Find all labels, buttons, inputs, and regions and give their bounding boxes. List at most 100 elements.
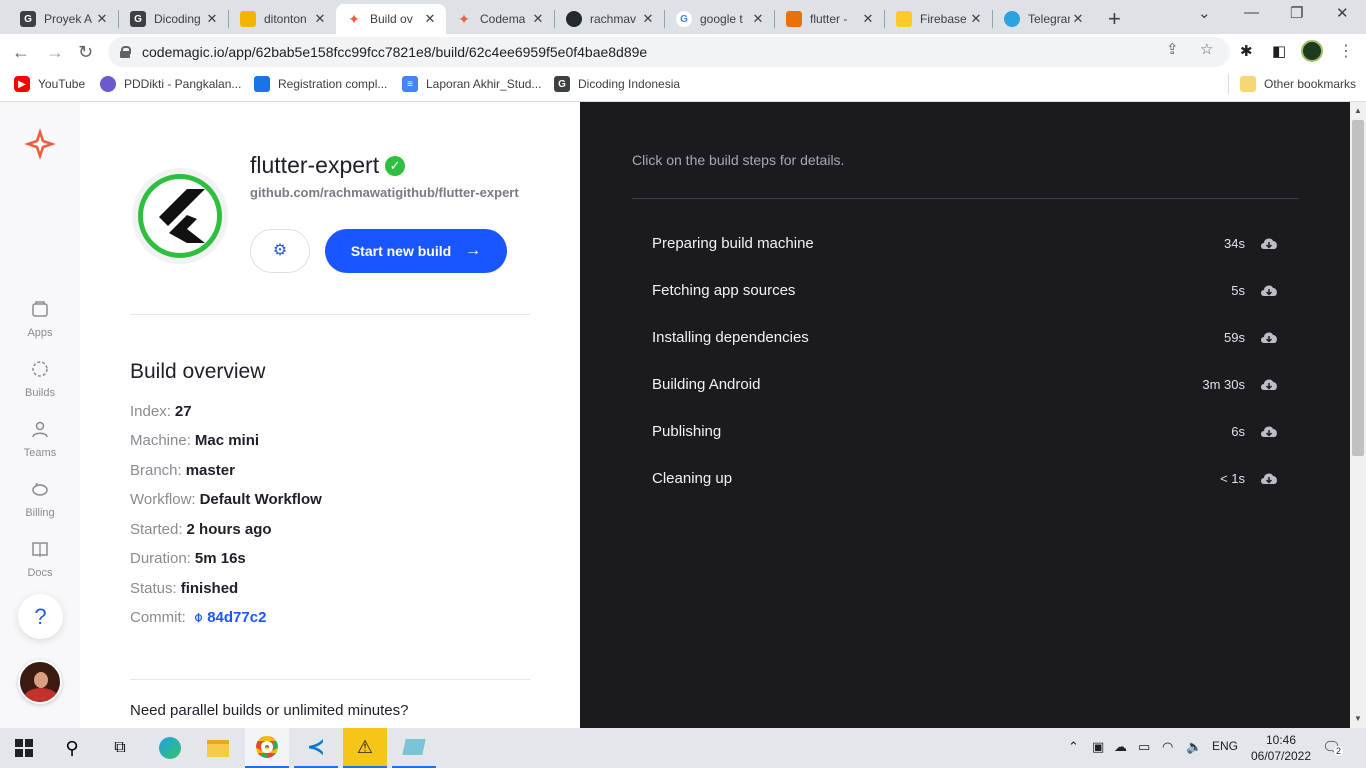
tray-meet-icon[interactable]: ▣ xyxy=(1092,739,1104,755)
taskbar-edge[interactable] xyxy=(148,728,192,768)
browser-menu-icon[interactable]: ⋮ xyxy=(1338,41,1354,61)
sidebar-item-builds[interactable]: Builds xyxy=(0,360,80,399)
start-button[interactable] xyxy=(2,728,46,768)
tab-close-icon[interactable]: ✕ xyxy=(530,11,546,27)
download-cloud-icon[interactable] xyxy=(1259,377,1279,391)
browser-tab[interactable]: Firebase ✕ xyxy=(886,4,992,34)
taskbar-warning-app[interactable]: ⚠ xyxy=(343,728,387,768)
taskbar-app[interactable] xyxy=(392,728,436,768)
user-avatar[interactable] xyxy=(18,660,62,704)
browser-tab[interactable]: G Proyek A ✕ xyxy=(10,4,118,34)
commit-link[interactable]: ⌽ 84d77c2 xyxy=(194,609,266,626)
address-bar[interactable]: codemagic.io/app/62bab5e158fcc99fcc7821e… xyxy=(108,37,1230,67)
browser-tab[interactable]: ✦ Codema ✕ xyxy=(446,4,554,34)
build-step[interactable]: Building Android 3m 30s xyxy=(652,364,1279,404)
tab-title: Firebase xyxy=(920,12,967,26)
build-step[interactable]: Publishing 6s xyxy=(652,411,1279,451)
download-cloud-icon[interactable] xyxy=(1259,283,1279,297)
scroll-up-icon[interactable]: ▲ xyxy=(1354,106,1362,115)
tab-close-icon[interactable]: ✕ xyxy=(968,11,984,27)
bookmark-registration[interactable]: Registration compl... xyxy=(254,76,387,92)
tab-close-icon[interactable]: ✕ xyxy=(860,11,876,27)
browser-tab[interactable]: G Dicoding ✕ xyxy=(120,4,228,34)
build-steps-panel: Click on the build steps for details. Pr… xyxy=(580,102,1350,728)
sidebar-item-label: Docs xyxy=(27,567,53,579)
taskbar-vscode[interactable]: ≺ xyxy=(294,728,338,768)
bookmark-pddikti[interactable]: PDDikti - Pangkalan... xyxy=(100,76,241,92)
minimize-icon[interactable]: — xyxy=(1244,4,1259,21)
tab-favicon-icon: G xyxy=(130,11,146,27)
gear-icon: ⚙ xyxy=(272,242,288,259)
tray-chevron-up-icon[interactable]: ⌃ xyxy=(1068,739,1079,755)
tray-onedrive-icon[interactable]: ☁ xyxy=(1114,739,1127,755)
reload-icon[interactable]: ↻ xyxy=(78,42,93,63)
help-button[interactable]: ? xyxy=(18,594,63,639)
taskbar-file-explorer[interactable] xyxy=(196,728,240,768)
tab-close-icon[interactable]: ✕ xyxy=(312,11,328,27)
tab-close-icon[interactable]: ✕ xyxy=(94,11,110,27)
sidebar-item-docs[interactable]: Docs xyxy=(0,540,80,579)
tab-title: rachmav xyxy=(590,12,637,26)
folder-icon xyxy=(1240,76,1256,92)
bookmark-youtube[interactable]: ▶ YouTube xyxy=(14,76,85,92)
browser-tab[interactable]: ditonton ✕ xyxy=(230,4,336,34)
download-cloud-icon[interactable] xyxy=(1259,471,1279,485)
scroll-down-icon[interactable]: ▼ xyxy=(1354,714,1362,723)
tray-volume-icon[interactable]: 🔈 xyxy=(1186,739,1202,755)
sidebar-item-apps[interactable]: Apps xyxy=(0,300,80,339)
tab-close-icon[interactable]: ✕ xyxy=(640,11,656,27)
browser-tab[interactable]: G google t ✕ xyxy=(666,4,774,34)
download-cloud-icon[interactable] xyxy=(1259,236,1279,250)
firebase-favicon-icon xyxy=(896,11,912,27)
browser-tab-active[interactable]: ✦ Build ov ✕ xyxy=(336,4,446,34)
notification-center-button[interactable]: 🗨 2 xyxy=(1322,738,1344,758)
download-cloud-icon[interactable] xyxy=(1259,424,1279,438)
dicoding-icon: G xyxy=(554,76,570,92)
taskbar-chrome[interactable] xyxy=(245,728,289,768)
profile-avatar[interactable] xyxy=(1301,40,1323,62)
restore-icon[interactable]: ❐ xyxy=(1290,4,1303,22)
tab-close-icon[interactable]: ✕ xyxy=(204,11,220,27)
share-icon[interactable]: ⇪ xyxy=(1166,40,1179,58)
repo-link[interactable]: github.com/rachmawatigithub/flutter-expe… xyxy=(250,186,532,200)
tab-close-icon[interactable]: ✕ xyxy=(1070,11,1086,27)
taskbar-clock[interactable]: 10:46 06/07/2022 xyxy=(1248,732,1314,764)
scrollbar-thumb[interactable] xyxy=(1352,120,1364,456)
start-new-build-button[interactable]: Start new build → xyxy=(325,229,507,273)
build-step-duration: 34s xyxy=(1224,235,1245,251)
task-view-button[interactable]: ⧉ xyxy=(98,728,142,768)
sidebar-item-teams[interactable]: Teams xyxy=(0,420,80,459)
browser-tab[interactable]: rachmav ✕ xyxy=(556,4,664,34)
download-cloud-icon[interactable] xyxy=(1259,330,1279,344)
new-tab-icon[interactable]: + xyxy=(1108,6,1121,32)
tray-language[interactable]: ENG xyxy=(1212,739,1238,753)
tab-search-chevron-icon[interactable]: ⌄ xyxy=(1198,4,1211,22)
bookmark-dicoding[interactable]: G Dicoding Indonesia xyxy=(554,76,680,92)
bookmark-laporan[interactable]: ≡ Laporan Akhir_Stud... xyxy=(402,76,541,92)
app-settings-button[interactable]: ⚙ xyxy=(250,229,310,273)
side-panel-icon[interactable]: ◧ xyxy=(1272,42,1286,60)
page-scrollbar[interactable]: ▲ ▼ xyxy=(1350,102,1366,728)
codemagic-logo-icon[interactable] xyxy=(22,126,58,162)
tab-close-icon[interactable]: ✕ xyxy=(422,11,438,27)
browser-tab[interactable]: flutter - ✕ xyxy=(776,4,884,34)
folder-icon xyxy=(207,739,229,757)
forward-icon[interactable]: → xyxy=(46,42,64,63)
back-icon[interactable]: ← xyxy=(12,42,30,63)
extensions-puzzle-icon[interactable]: ✱ xyxy=(1240,42,1253,60)
tray-wifi-icon[interactable]: ◠ xyxy=(1162,739,1173,755)
tab-title: Dicoding xyxy=(154,12,201,26)
build-step[interactable]: Installing dependencies 59s xyxy=(652,317,1279,357)
notification-count-badge: 2 xyxy=(1334,746,1344,756)
tab-close-icon[interactable]: ✕ xyxy=(750,11,766,27)
taskbar-search[interactable]: ⚲ xyxy=(50,728,94,768)
sidebar-item-billing[interactable]: Billing xyxy=(0,480,80,519)
close-window-icon[interactable]: ✕ xyxy=(1336,4,1349,22)
other-bookmarks[interactable]: Other bookmarks xyxy=(1240,76,1356,92)
browser-tab[interactable]: Telegran ✕ xyxy=(994,4,1094,34)
bookmark-star-icon[interactable]: ☆ xyxy=(1200,40,1213,58)
build-step[interactable]: Preparing build machine 34s xyxy=(652,223,1279,263)
tray-battery-icon[interactable]: ▭ xyxy=(1138,739,1150,755)
build-step[interactable]: Fetching app sources 5s xyxy=(652,270,1279,310)
build-step[interactable]: Cleaning up < 1s xyxy=(652,458,1279,498)
